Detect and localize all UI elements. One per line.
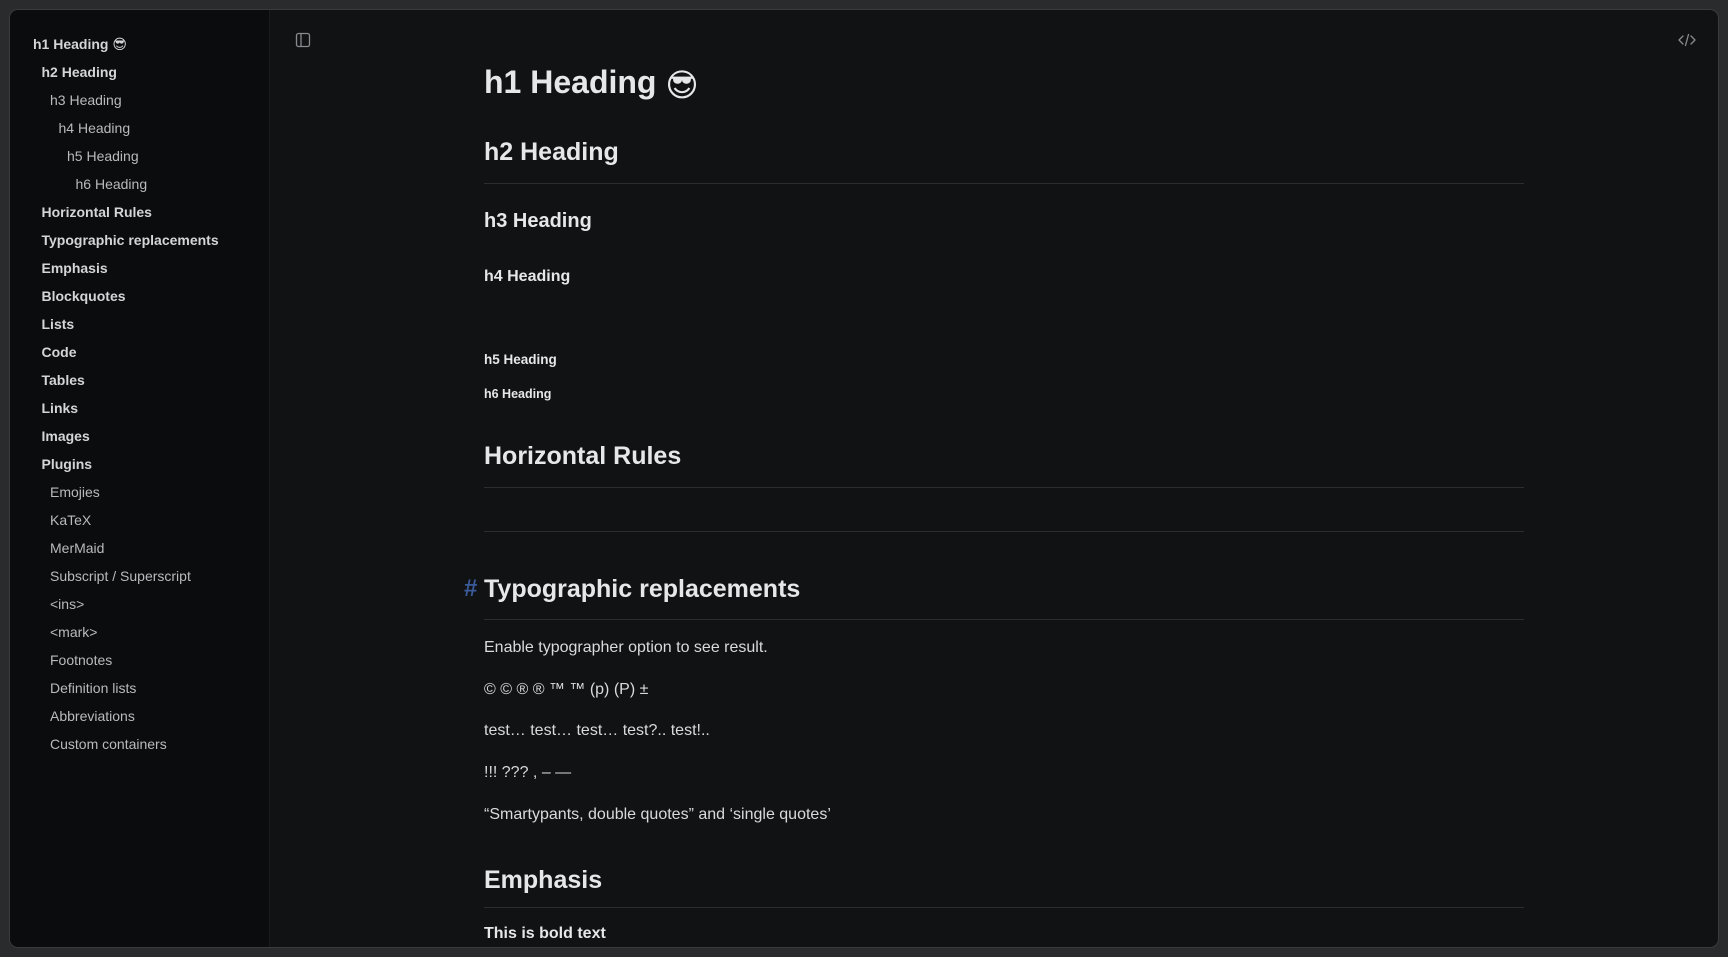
toc-item[interactable]: Definition lists bbox=[50, 679, 136, 697]
typographic-replacements-underline bbox=[484, 619, 1524, 620]
bold-text-paragraph: This is bold text bbox=[484, 925, 606, 942]
h4-heading: h4 Heading bbox=[484, 268, 571, 285]
h1-heading-text: h1 Heading bbox=[484, 64, 657, 100]
emphasis-underline bbox=[484, 907, 1524, 908]
toc-item[interactable]: Subscript / Superscript bbox=[50, 567, 191, 585]
toc-item-label: Code bbox=[41, 344, 77, 360]
sidebar-toggle-button[interactable] bbox=[293, 32, 313, 52]
toc-item[interactable]: Emphasis bbox=[42, 259, 108, 277]
toc-item-label: h1 Heading bbox=[33, 36, 109, 52]
toc-item[interactable]: <mark> bbox=[50, 623, 97, 641]
toc-item-label: <mark> bbox=[50, 624, 98, 640]
toc-item[interactable]: MerMaid bbox=[50, 539, 104, 557]
h1-heading: h1 Heading 😎 bbox=[484, 64, 699, 104]
toc-item[interactable]: h3 Heading bbox=[50, 91, 122, 109]
toc-item-label: Definition lists bbox=[50, 680, 137, 696]
paragraph: Enable typographer option to see result. bbox=[484, 639, 768, 656]
toc-item-label: Subscript / Superscript bbox=[50, 568, 191, 584]
toc-item[interactable]: Images bbox=[42, 427, 90, 445]
toc-item[interactable]: h6 Heading bbox=[76, 175, 148, 193]
toc-item-label: Links bbox=[41, 400, 79, 416]
toc-item[interactable]: h4 Heading bbox=[59, 119, 131, 137]
toc-item[interactable]: Links bbox=[42, 399, 79, 417]
toc-item-label: h5 Heading bbox=[67, 148, 139, 164]
toc-item-label: Lists bbox=[41, 316, 75, 332]
toc-item[interactable]: h5 Heading bbox=[67, 147, 139, 165]
paragraph: “Smartypants, double quotes” and ‘single… bbox=[484, 806, 831, 823]
toc-item-label: Tables bbox=[41, 372, 85, 388]
toc-item[interactable]: Horizontal Rules bbox=[42, 203, 152, 221]
toc-item-label: Blockquotes bbox=[41, 288, 126, 304]
toc-item-label: Plugins bbox=[41, 456, 93, 472]
toc-item[interactable]: Blockquotes bbox=[42, 287, 126, 305]
view-source-button[interactable] bbox=[1677, 32, 1697, 52]
toc-item[interactable]: h1 Heading 😎 bbox=[33, 35, 127, 53]
toc-item-label: Custom containers bbox=[50, 736, 167, 752]
toc-item[interactable]: Emojies bbox=[50, 483, 100, 501]
toc-list: h1 Heading 😎 h2 Heading h3 Heading h4 Headi… bbox=[10, 10, 269, 752]
toc-item[interactable]: Plugins bbox=[42, 455, 93, 473]
sunglasses-emoji-icon: 😎 bbox=[112, 36, 127, 52]
paragraph: © © ® ® ™ ™ (p) (P) ± bbox=[484, 681, 649, 698]
h3-heading: h3 Heading bbox=[484, 210, 592, 232]
toc-item-label: <ins> bbox=[50, 596, 85, 612]
toc-item-label: Footnotes bbox=[50, 652, 113, 668]
toc-item-label: h2 Heading bbox=[41, 64, 117, 80]
horizontal-rule bbox=[484, 531, 1524, 532]
code-icon bbox=[1677, 32, 1697, 53]
paragraph: !!! ??? , – — bbox=[484, 764, 572, 781]
h5-heading: h5 Heading bbox=[484, 352, 557, 367]
horizontal-rules-underline bbox=[484, 487, 1524, 488]
toc-item[interactable]: <ins> bbox=[50, 595, 84, 613]
h2-underline bbox=[484, 183, 1524, 184]
toc-item-label: Typographic replacements bbox=[41, 232, 219, 248]
toc-item-label: Horizontal Rules bbox=[41, 204, 152, 220]
toc-item-label: MerMaid bbox=[50, 540, 105, 556]
sunglasses-emoji-icon: 😎 bbox=[665, 66, 699, 103]
toc-item-label: h4 Heading bbox=[58, 120, 131, 136]
typographic-replacements-heading: # Typographic replacements bbox=[464, 575, 801, 604]
h2-heading: h2 Heading bbox=[484, 138, 619, 166]
toc-item[interactable]: h2 Heading bbox=[42, 63, 117, 81]
toc-item[interactable]: KaTeX bbox=[50, 511, 91, 529]
emphasis-heading: Emphasis bbox=[484, 866, 603, 894]
h6-heading: h6 Heading bbox=[484, 387, 552, 401]
toc-item[interactable]: Footnotes bbox=[50, 651, 112, 669]
document-pane: h1 Heading 😎 h2 Heading h3 Heading h4 He… bbox=[270, 10, 1718, 947]
app-window: h1 Heading 😎 h2 Heading h3 Heading h4 Headi… bbox=[10, 10, 1718, 947]
sidebar-toggle-icon bbox=[295, 32, 311, 53]
toc-item-label: Abbreviations bbox=[50, 708, 135, 724]
toc-item-label: h6 Heading bbox=[75, 176, 148, 192]
toc-item[interactable]: Lists bbox=[42, 315, 75, 333]
toc-item[interactable]: Abbreviations bbox=[50, 707, 135, 725]
horizontal-rules-heading: Horizontal Rules bbox=[484, 442, 682, 470]
toc-item-label: Images bbox=[41, 428, 90, 444]
toc-item[interactable]: Custom containers bbox=[50, 735, 167, 753]
toc-item[interactable]: Code bbox=[42, 343, 77, 361]
toc-item[interactable]: Tables bbox=[42, 371, 85, 389]
toc-item-label: h3 Heading bbox=[50, 92, 122, 108]
toc-item-label: Emphasis bbox=[41, 260, 108, 276]
toc-item-label: Emojies bbox=[50, 484, 100, 500]
paragraph: test… test… test… test?.. test!.. bbox=[484, 722, 710, 739]
toc-item-label: KaTeX bbox=[50, 512, 92, 528]
typographic-replacements-heading-text: Typographic replacements bbox=[484, 575, 801, 603]
toc-item[interactable]: Typographic replacements bbox=[42, 231, 219, 249]
heading-anchor-link[interactable]: # bbox=[464, 575, 477, 603]
toc-sidebar: h1 Heading 😎 h2 Heading h3 Heading h4 Headi… bbox=[10, 10, 270, 947]
